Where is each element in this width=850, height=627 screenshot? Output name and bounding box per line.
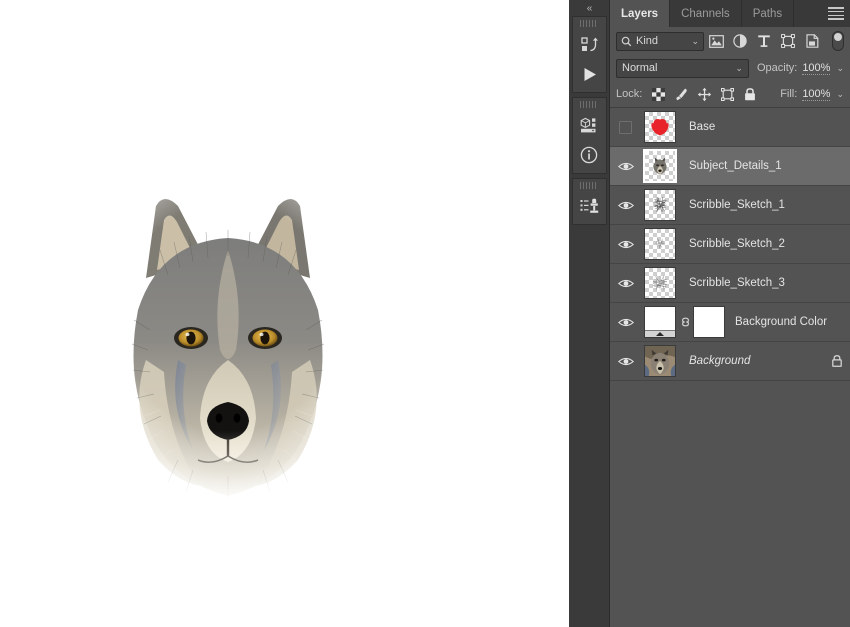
blend-mode-dropdown[interactable]: Normal ⌄ <box>616 58 749 78</box>
blend-mode-row: Normal ⌄ Opacity: 100% ⌄ <box>610 55 850 81</box>
wolf-scribble-artwork <box>28 110 428 540</box>
panel-grip[interactable] <box>580 182 598 189</box>
layer-row-background-color[interactable]: Background Color <box>610 303 850 342</box>
visibility-toggle[interactable] <box>610 303 641 341</box>
eye-icon <box>617 318 634 326</box>
layer-name[interactable]: Subject_Details_1 <box>679 160 850 172</box>
play-icon[interactable] <box>573 59 606 89</box>
lock-label: Lock: <box>616 88 643 100</box>
layer-thumbnail-wrap <box>641 225 679 263</box>
rail-group-properties <box>571 97 607 174</box>
collapse-panels-button[interactable]: « <box>569 0 609 16</box>
layer-thumbnail-wrap <box>641 186 679 224</box>
layer-row-scribble-sketch-3[interactable]: Scribble_Sketch_3 <box>610 264 850 303</box>
visibility-toggle[interactable] <box>610 264 641 302</box>
layer-thumbnail-scribble-dense[interactable] <box>644 189 676 221</box>
eye-icon <box>617 201 634 209</box>
panel-grip[interactable] <box>580 20 598 27</box>
document-canvas[interactable] <box>0 0 569 627</box>
lock-position-icon[interactable] <box>693 84 715 104</box>
chevron-down-icon: ⌄ <box>691 35 699 46</box>
filter-pixel-icon[interactable] <box>704 30 728 52</box>
layer-thumbnail-wrap <box>641 264 679 302</box>
filter-toggle-switch[interactable] <box>832 31 844 51</box>
visibility-toggle[interactable] <box>610 108 641 146</box>
layer-thumbnail-wrap <box>641 303 679 341</box>
chevron-down-icon: ⌄ <box>735 62 743 73</box>
layer-thumbnail-wrap <box>641 342 679 380</box>
layer-row-scribble-sketch-2[interactable]: Scribble_Sketch_2 <box>610 225 850 264</box>
tab-channels[interactable]: Channels <box>670 0 742 27</box>
panel-grip[interactable] <box>580 101 598 108</box>
layer-locked-icon <box>824 354 850 368</box>
filter-kind-label: Kind <box>636 35 659 47</box>
opacity-chevron-down-icon[interactable]: ⌄ <box>836 63 844 74</box>
lock-all-icon[interactable] <box>739 84 761 104</box>
layer-row-background[interactable]: Background <box>610 342 850 381</box>
layer-row-subject-details-1[interactable]: Subject_Details_1 <box>610 147 850 186</box>
collapsed-panel-rail: « <box>569 0 610 627</box>
eye-icon <box>617 240 634 248</box>
filter-type-icon[interactable] <box>752 30 776 52</box>
layer-thumbnail-wolf-photo[interactable] <box>644 345 676 377</box>
layer-thumbnail-scribble-medium[interactable] <box>644 267 676 299</box>
panel-tab-bar: Layers Channels Paths <box>610 0 850 27</box>
rail-group-actions <box>571 16 607 93</box>
blend-mode-value: Normal <box>622 62 658 74</box>
eye-icon <box>617 162 634 170</box>
layer-thumbnail-scribble-light[interactable] <box>644 228 676 260</box>
visibility-toggle[interactable] <box>610 225 641 263</box>
actions-icon[interactable] <box>573 29 606 59</box>
layer-name[interactable]: Background <box>679 355 824 367</box>
fill-label: Fill: <box>780 88 798 100</box>
layers-panel: Layers Channels Paths Kind ⌄ Normal ⌄ Op… <box>610 0 850 627</box>
eye-icon <box>617 279 634 287</box>
fill-value[interactable]: 100% <box>802 88 831 101</box>
fill-chevron-down-icon[interactable]: ⌄ <box>836 89 844 100</box>
rail-group-clone-source <box>571 178 607 225</box>
layer-name[interactable]: Base <box>679 121 850 133</box>
lock-row: Lock: Fill: 100% ⌄ <box>610 81 850 107</box>
layer-name[interactable]: Background Color <box>725 316 850 328</box>
info-icon[interactable] <box>573 140 606 170</box>
mask-link-icon[interactable] <box>679 315 691 329</box>
opacity-value[interactable]: 100% <box>802 62 831 75</box>
search-icon <box>621 36 632 46</box>
properties-3d-icon[interactable] <box>573 110 606 140</box>
filter-kind-dropdown[interactable]: Kind ⌄ <box>616 31 704 51</box>
layer-row-scribble-sketch-1[interactable]: Scribble_Sketch_1 <box>610 186 850 225</box>
layer-filter-row: Kind ⌄ <box>610 27 850 55</box>
visibility-toggle[interactable] <box>610 147 641 185</box>
tab-paths[interactable]: Paths <box>741 0 795 27</box>
layer-name[interactable]: Scribble_Sketch_3 <box>679 277 850 289</box>
photoshop-window: « Layers Channels Paths Kind ⌄ Normal ⌄ … <box>0 0 850 627</box>
tab-layers[interactable]: Layers <box>610 0 671 27</box>
fill-layer-strip <box>645 330 675 337</box>
eye-off-icon <box>619 120 632 134</box>
layer-list[interactable]: Base Subject_Details_1 Scribble_Sketch_1… <box>610 107 850 627</box>
lock-transparency-icon[interactable] <box>647 84 669 104</box>
lock-buttons <box>647 84 761 104</box>
visibility-toggle[interactable] <box>610 342 641 380</box>
lock-artboard-icon[interactable] <box>716 84 738 104</box>
layer-row-base[interactable]: Base <box>610 108 850 147</box>
layer-thumbnail-wrap <box>641 108 679 146</box>
opacity-label: Opacity: <box>756 62 798 74</box>
layer-thumbnail-wolf-small[interactable] <box>643 149 677 183</box>
hamburger-menu-icon[interactable] <box>828 7 844 20</box>
clone-source-icon[interactable] <box>573 191 606 221</box>
filter-adjustment-icon[interactable] <box>728 30 752 52</box>
layer-thumbnail-solid-fill[interactable] <box>644 306 676 338</box>
layer-thumbnail-wrap <box>641 147 679 185</box>
layer-thumbnail-red-blob[interactable] <box>644 111 676 143</box>
filter-smart-object-icon[interactable] <box>800 30 824 52</box>
lock-image-icon[interactable] <box>670 84 692 104</box>
filter-shape-icon[interactable] <box>776 30 800 52</box>
eye-icon <box>617 357 634 365</box>
layer-mask-thumbnail[interactable] <box>693 306 725 338</box>
layer-name[interactable]: Scribble_Sketch_1 <box>679 199 850 211</box>
visibility-toggle[interactable] <box>610 186 641 224</box>
layer-name[interactable]: Scribble_Sketch_2 <box>679 238 850 250</box>
